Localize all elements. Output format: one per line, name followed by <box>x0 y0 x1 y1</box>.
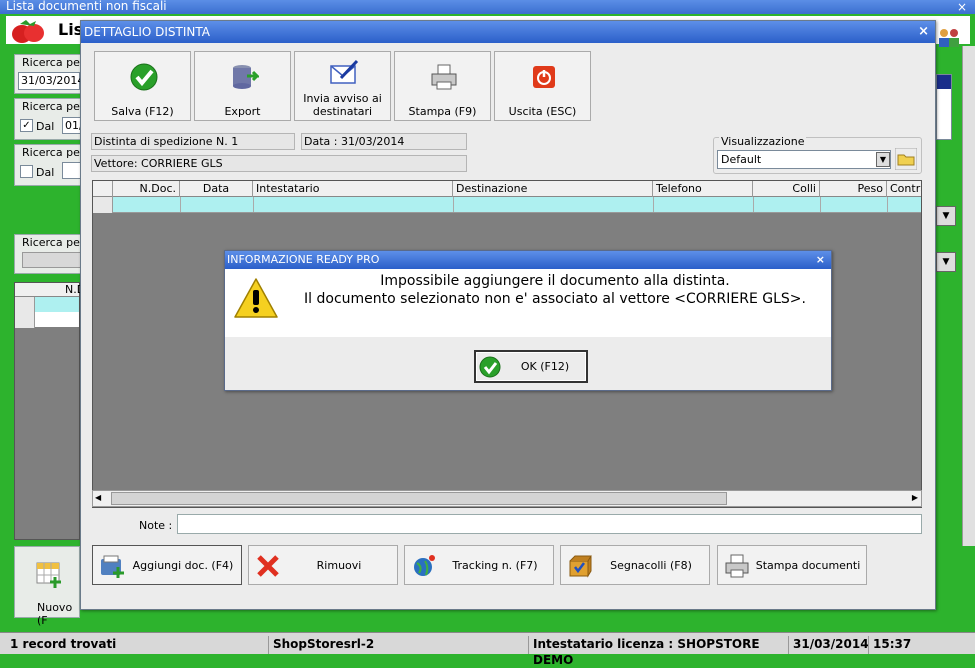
dal-checkbox-checked[interactable]: ✓ <box>20 119 33 132</box>
add-document-label: Aggiungi doc. (F4) <box>132 559 234 572</box>
grid-header: N.Doc. Data Intestatario Destinazione Te… <box>93 181 921 197</box>
grid-col-ndoc[interactable]: N.Doc. <box>113 181 180 197</box>
scroll-thumb[interactable] <box>111 492 727 505</box>
send-notice-button-label: Invia avviso ai destinatari <box>303 92 382 118</box>
note-input[interactable] <box>177 514 922 534</box>
envelope-pen-icon <box>330 59 359 84</box>
grid-header-corner <box>93 181 113 197</box>
search-field-4[interactable] <box>22 252 82 268</box>
background-list-panel <box>936 74 952 140</box>
grid-col-contra[interactable]: Contra <box>887 181 921 197</box>
grid-horizontal-scrollbar[interactable]: ◀ ▶ <box>92 490 922 507</box>
users-icon[interactable] <box>936 26 962 48</box>
search-panel-3-label: Ricerca per <box>22 146 85 159</box>
status-date: 31/03/2014 <box>788 636 869 654</box>
warning-icon <box>234 278 278 318</box>
export-button[interactable]: Export <box>194 51 291 121</box>
background-close-button[interactable]: × <box>957 0 967 14</box>
scroll-right-icon[interactable]: ▶ <box>912 493 918 502</box>
remove-x-icon <box>257 555 279 577</box>
strawberry-logo-icon <box>12 20 44 43</box>
background-scrollbar[interactable] <box>962 46 975 546</box>
printer-icon <box>725 554 749 578</box>
database-export-icon <box>233 65 259 89</box>
exit-button-label: Uscita (ESC) <box>508 105 577 118</box>
save-button[interactable]: Salva (F12) <box>94 51 191 121</box>
background-window-title: Lista documenti non fiscali <box>0 0 975 14</box>
status-company: ShopStoresrl-2 <box>268 636 528 654</box>
segnacolli-button[interactable]: Segnacolli (F8) <box>560 545 710 585</box>
tracking-button[interactable]: Tracking n. (F7) <box>404 545 554 585</box>
grid-col-destinazione[interactable]: Destinazione <box>453 181 653 197</box>
check-icon <box>479 356 501 378</box>
new-grid-icon <box>36 562 61 588</box>
background-grid: N.D <box>14 282 85 540</box>
print-documents-button[interactable]: Stampa documenti <box>717 545 867 585</box>
note-label: Note : <box>139 519 173 532</box>
grid-col-colli[interactable]: Colli <box>753 181 820 197</box>
dialog-title: DETTAGLIO DISTINTA <box>81 21 935 43</box>
background-dropdown-arrow-1[interactable]: ▼ <box>936 206 956 226</box>
status-bar: 1 record trovati ShopStoresrl-2 Intestat… <box>0 632 975 667</box>
segnacolli-label: Segnacolli (F8) <box>610 559 692 572</box>
print-button[interactable]: Stampa (F9) <box>394 51 491 121</box>
exit-button[interactable]: Uscita (ESC) <box>494 51 591 121</box>
package-icon <box>569 555 592 578</box>
dal-date-field[interactable]: 01/ <box>62 117 83 134</box>
status-time: 15:37 <box>868 636 948 654</box>
distinta-date: Data : 31/03/2014 <box>301 133 467 150</box>
new-button-label: Nuovo (F <box>37 601 73 627</box>
ok-button[interactable]: OK (F12) <box>474 350 588 383</box>
table-row[interactable] <box>93 197 921 213</box>
send-notice-button[interactable]: Invia avviso ai destinatari <box>294 51 391 121</box>
grid-row-header[interactable] <box>93 197 113 213</box>
grid-col-telefono[interactable]: Telefono <box>653 181 753 197</box>
folder-icon[interactable] <box>895 148 917 170</box>
vettore-field: Vettore: CORRIERE GLS <box>91 155 467 172</box>
visualizzazione-label: Visualizzazione <box>719 135 807 148</box>
add-document-button[interactable]: Aggiungi doc. (F4) <box>92 545 242 585</box>
grid-col-peso[interactable]: Peso <box>820 181 887 197</box>
information-message-box: INFORMAZIONE READY PRO × Impossibile agg… <box>224 250 832 391</box>
remove-label: Rimuovi <box>316 559 362 572</box>
dialog-close-button[interactable]: × <box>918 21 929 43</box>
status-license: Intestatario licenza : SHOPSTORE DEMO <box>528 636 788 667</box>
search-panel-2-label: Ricerca per <box>22 100 85 113</box>
dal-label-2: Dal <box>36 166 55 179</box>
ok-button-label: OK (F12) <box>520 360 570 373</box>
search-date-field[interactable]: 31/03/2014 <box>18 72 84 90</box>
visualizzazione-select[interactable]: Default <box>717 150 891 169</box>
save-button-label: Salva (F12) <box>111 105 174 118</box>
message-close-button[interactable]: × <box>816 251 825 269</box>
print-button-label: Stampa (F9) <box>408 105 477 118</box>
search-panel-1-label: Ricerca per <box>22 56 85 69</box>
search-panel-4-label: Ricerca per <box>22 236 85 249</box>
remove-button[interactable]: Rimuovi <box>248 545 398 585</box>
printer-icon <box>431 64 457 90</box>
add-document-icon <box>101 555 124 578</box>
chevron-down-icon[interactable]: ▼ <box>876 152 890 167</box>
tracking-label: Tracking n. (F7) <box>452 559 538 572</box>
scroll-left-icon[interactable]: ◀ <box>95 493 101 502</box>
check-icon <box>130 63 158 91</box>
globe-icon <box>414 555 435 576</box>
distinta-number: Distinta di spedizione N. 1 <box>91 133 295 150</box>
dal-date-field-2[interactable] <box>62 162 82 179</box>
message-line-1: Impossibile aggiungere il documento alla… <box>380 273 730 289</box>
print-documents-label: Stampa documenti <box>755 559 861 572</box>
dal-checkbox-unchecked[interactable] <box>20 165 33 178</box>
message-line-2: Il documento selezionato non e' associat… <box>304 291 806 307</box>
dal-label: Dal <box>36 120 55 133</box>
message-title: INFORMAZIONE READY PRO <box>225 251 831 269</box>
export-button-label: Export <box>224 105 261 118</box>
background-dropdown-arrow-2[interactable]: ▼ <box>936 252 956 272</box>
grid-col-intestatario[interactable]: Intestatario <box>253 181 453 197</box>
exit-icon <box>533 66 555 88</box>
new-button[interactable]: Nuovo (F <box>14 546 80 627</box>
grid-col-data[interactable]: Data <box>180 181 253 197</box>
status-records: 1 record trovati <box>10 637 117 651</box>
